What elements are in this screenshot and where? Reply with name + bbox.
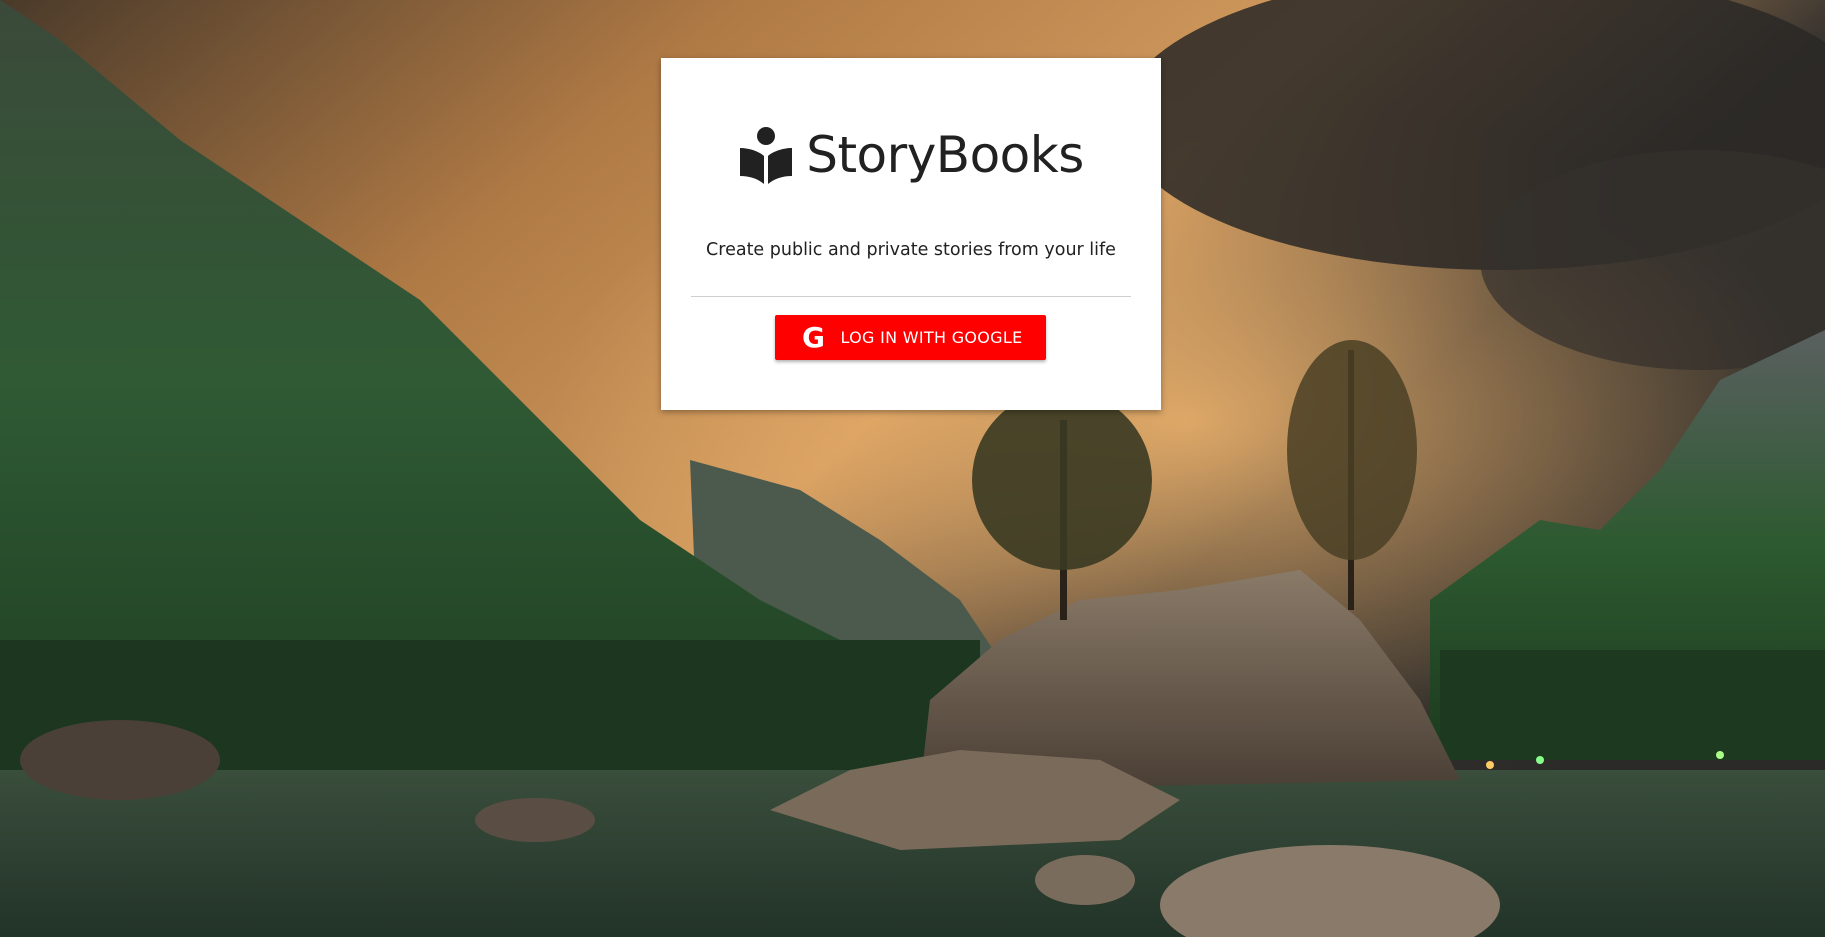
- login-card: StoryBooks Create public and private sto…: [661, 58, 1161, 410]
- login-button-label: LOG IN WITH GOOGLE: [840, 328, 1023, 347]
- divider: [691, 296, 1131, 297]
- google-icon: G: [801, 320, 825, 354]
- tagline: Create public and private stories from y…: [706, 240, 1116, 260]
- login-with-google-button[interactable]: G LOG IN WITH GOOGLE: [775, 315, 1046, 360]
- brand-title: StoryBooks: [806, 126, 1084, 184]
- book-reader-icon: [740, 127, 793, 184]
- brand: StoryBooks: [661, 120, 1161, 190]
